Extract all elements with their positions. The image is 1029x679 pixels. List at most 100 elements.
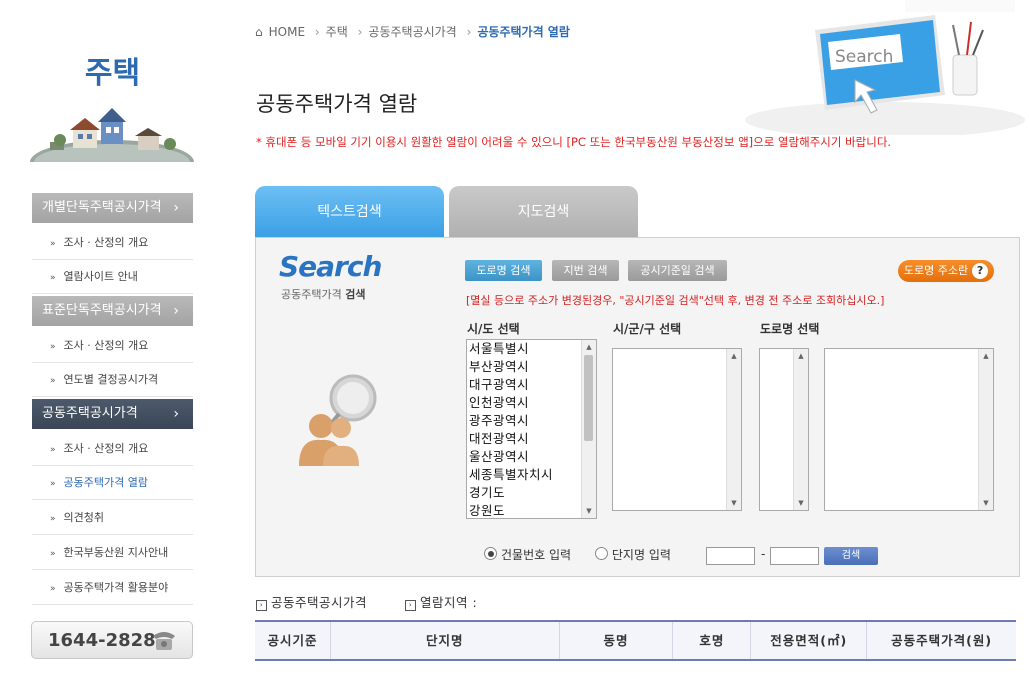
lot-number-search-button[interactable]: 지번 검색 — [552, 260, 619, 281]
road-initial-select[interactable]: ▲ ▼ — [759, 348, 809, 511]
chevron-right-icon: › — [314, 25, 320, 39]
sido-option[interactable]: 대전광역시 — [467, 430, 596, 448]
road-address-help-label: 도로명 주소란 — [903, 264, 969, 277]
mobile-notice: * 휴대폰 등 모바일 기기 이용시 원활한 열람이 어려울 수 있으니 [PC… — [256, 135, 892, 149]
sidebar-item-label: 공동주택가격 열람 — [63, 476, 148, 489]
sidebar-item-label: 한국부동산원 지사안내 — [63, 546, 169, 559]
sido-option[interactable]: 대구광역시 — [467, 376, 596, 394]
notice-date-search-button[interactable]: 공시기준일 검색 — [628, 260, 727, 281]
sidebar-category-apartment[interactable]: 공동주택공시가격 › — [32, 399, 193, 429]
building-number-radio-label[interactable]: 건물번호 입력 — [501, 548, 571, 562]
houses-illustration — [30, 108, 194, 162]
sidebar-item-label: 조사 · 산정의 개요 — [63, 442, 149, 455]
input-mode-radios: 건물번호 입력 단지명 입력 — [484, 546, 671, 563]
scroll-up-icon[interactable]: ▲ — [727, 350, 741, 362]
building-number-radio[interactable] — [484, 547, 497, 560]
sidebar-item-branch-guide[interactable]: » 한국부동산원 지사안내 — [32, 536, 193, 570]
sidebar-item-opinion[interactable]: » 의견청취 — [32, 501, 193, 535]
scrollbar[interactable]: ▲ ▼ — [581, 340, 596, 518]
home-icon: ⌂ — [255, 25, 263, 39]
search-subtitle-bold: 검색 — [345, 288, 366, 301]
tab-map-search[interactable]: 지도검색 — [449, 186, 638, 238]
scrollbar[interactable]: ▲ ▼ — [978, 349, 993, 510]
sido-option[interactable]: 세종특별자치시 — [467, 466, 596, 484]
breadcrumb-home[interactable]: HOME — [269, 25, 305, 39]
complex-name-radio-label[interactable]: 단지명 입력 — [612, 548, 671, 562]
search-panel: Search 공동주택가격 검색 도로명 검색 지번 검색 공시기준일 검색 도… — [255, 237, 1020, 577]
sigungu-select[interactable]: ▲ ▼ — [612, 348, 742, 511]
sido-option[interactable]: 광주광역시 — [467, 412, 596, 430]
sidebar-item-label: 열람사이트 안내 — [63, 270, 138, 283]
number-separator: - — [761, 547, 766, 561]
building-sub-number-input[interactable] — [770, 547, 819, 565]
phone-contact-box: 1644-2828 — [31, 621, 193, 659]
sidebar-item-yearly-prices[interactable]: » 연도별 결정공시가격 — [32, 363, 193, 397]
result-region-label: › 열람지역 : — [405, 592, 477, 611]
sidebar-item-label: 연도별 결정공시가격 — [63, 373, 159, 386]
sidebar-item-label: 조사 · 산정의 개요 — [63, 339, 149, 352]
sidebar-category-individual[interactable]: 개별단독주택공시가격 › — [32, 193, 193, 223]
column-header: 전용면적(㎡) — [751, 622, 868, 659]
result-price-text: 공동주택공시가격 — [271, 595, 368, 610]
search-banner-text: Search — [835, 47, 893, 67]
chevron-right-icon: › — [357, 25, 363, 39]
person-magnifier-illustration — [299, 374, 377, 466]
page-title: 공동주택가격 열람 — [256, 92, 418, 116]
sidebar-title: 주택 — [84, 56, 141, 91]
scroll-up-icon[interactable]: ▲ — [582, 341, 596, 353]
address-change-notice: [멸실 등으로 주소가 변경된경우, "공시기준일 검색"선택 후, 변경 전 … — [466, 294, 885, 307]
scrollbar[interactable]: ▲ ▼ — [793, 349, 808, 510]
question-icon: ? — [972, 263, 989, 279]
sidebar-item-survey-overview[interactable]: » 조사 · 산정의 개요 — [32, 226, 193, 260]
scroll-down-icon[interactable]: ▼ — [794, 497, 808, 509]
scroll-down-icon[interactable]: ▼ — [582, 505, 596, 517]
building-main-number-input[interactable] — [706, 547, 755, 565]
bullet-icon: » — [50, 342, 56, 352]
box-arrow-icon: › — [256, 600, 267, 611]
bullet-icon: » — [50, 514, 56, 524]
sidebar-item-survey-overview[interactable]: » 조사 · 산정의 개요 — [32, 329, 193, 363]
result-region-text: 열람지역 : — [420, 595, 478, 610]
road-address-help-button[interactable]: 도로명 주소란? — [898, 260, 994, 282]
sido-option[interactable]: 강원도 — [467, 502, 596, 518]
chevron-right-icon: › — [173, 303, 179, 319]
sido-option[interactable]: 울산광역시 — [467, 448, 596, 466]
column-header: 공시기준 — [255, 622, 331, 659]
scrollbar[interactable]: ▲ ▼ — [726, 349, 741, 510]
sidebar-item-usage[interactable]: » 공동주택가격 활용분야 — [32, 571, 193, 605]
road-name-select[interactable]: ▲ ▼ — [824, 348, 994, 511]
sido-option[interactable]: 인천광역시 — [467, 394, 596, 412]
road-name-search-button[interactable]: 도로명 검색 — [465, 260, 542, 281]
sidebar-category-label: 표준단독주택공시가격 — [42, 303, 162, 318]
breadcrumb-apartment-price[interactable]: 공동주택공시가격 — [368, 25, 456, 39]
sidebar-item-survey-overview[interactable]: » 조사 · 산정의 개요 — [32, 432, 193, 466]
breadcrumb-current: 공동주택가격 열람 — [477, 25, 570, 39]
scrollbar-thumb[interactable] — [584, 355, 593, 441]
sidebar-category-standard[interactable]: 표준단독주택공시가격 › — [32, 296, 193, 326]
chevron-right-icon: › — [173, 406, 179, 422]
sido-option[interactable]: 부산광역시 — [467, 358, 596, 376]
complex-name-radio[interactable] — [594, 547, 608, 560]
breadcrumb-housing[interactable]: 주택 — [326, 25, 348, 39]
search-logo: Search — [279, 250, 382, 283]
scroll-down-icon[interactable]: ▼ — [727, 497, 741, 509]
chevron-right-icon: › — [173, 200, 179, 216]
search-button[interactable]: 검색 — [824, 547, 878, 565]
sido-label: 시/도 선택 — [467, 322, 520, 336]
sidebar-item-label: 의견청취 — [63, 511, 104, 524]
scroll-down-icon[interactable]: ▼ — [979, 497, 993, 509]
bullet-icon: » — [50, 376, 56, 386]
sidebar-item-view-site-guide[interactable]: » 열람사이트 안내 — [32, 260, 193, 294]
sido-select[interactable]: 서울특별시 부산광역시 대구광역시 인천광역시 광주광역시 대전광역시 울산광역… — [466, 339, 597, 519]
column-header: 단지명 — [331, 622, 560, 659]
sidebar-item-label: 조사 · 산정의 개요 — [63, 236, 149, 249]
sido-option[interactable]: 서울특별시 — [467, 340, 596, 358]
result-price-label: › 공동주택공시가격 — [256, 592, 367, 611]
column-header: 동명 — [560, 622, 674, 659]
tab-text-search[interactable]: 텍스트검색 — [255, 186, 444, 238]
sidebar-item-apartment-price-view[interactable]: » 공동주택가격 열람 — [32, 466, 193, 500]
scroll-up-icon[interactable]: ▲ — [979, 350, 993, 362]
phone-number: 1644-2828 — [48, 630, 156, 651]
sido-option[interactable]: 경기도 — [467, 484, 596, 502]
scroll-up-icon[interactable]: ▲ — [794, 350, 808, 362]
